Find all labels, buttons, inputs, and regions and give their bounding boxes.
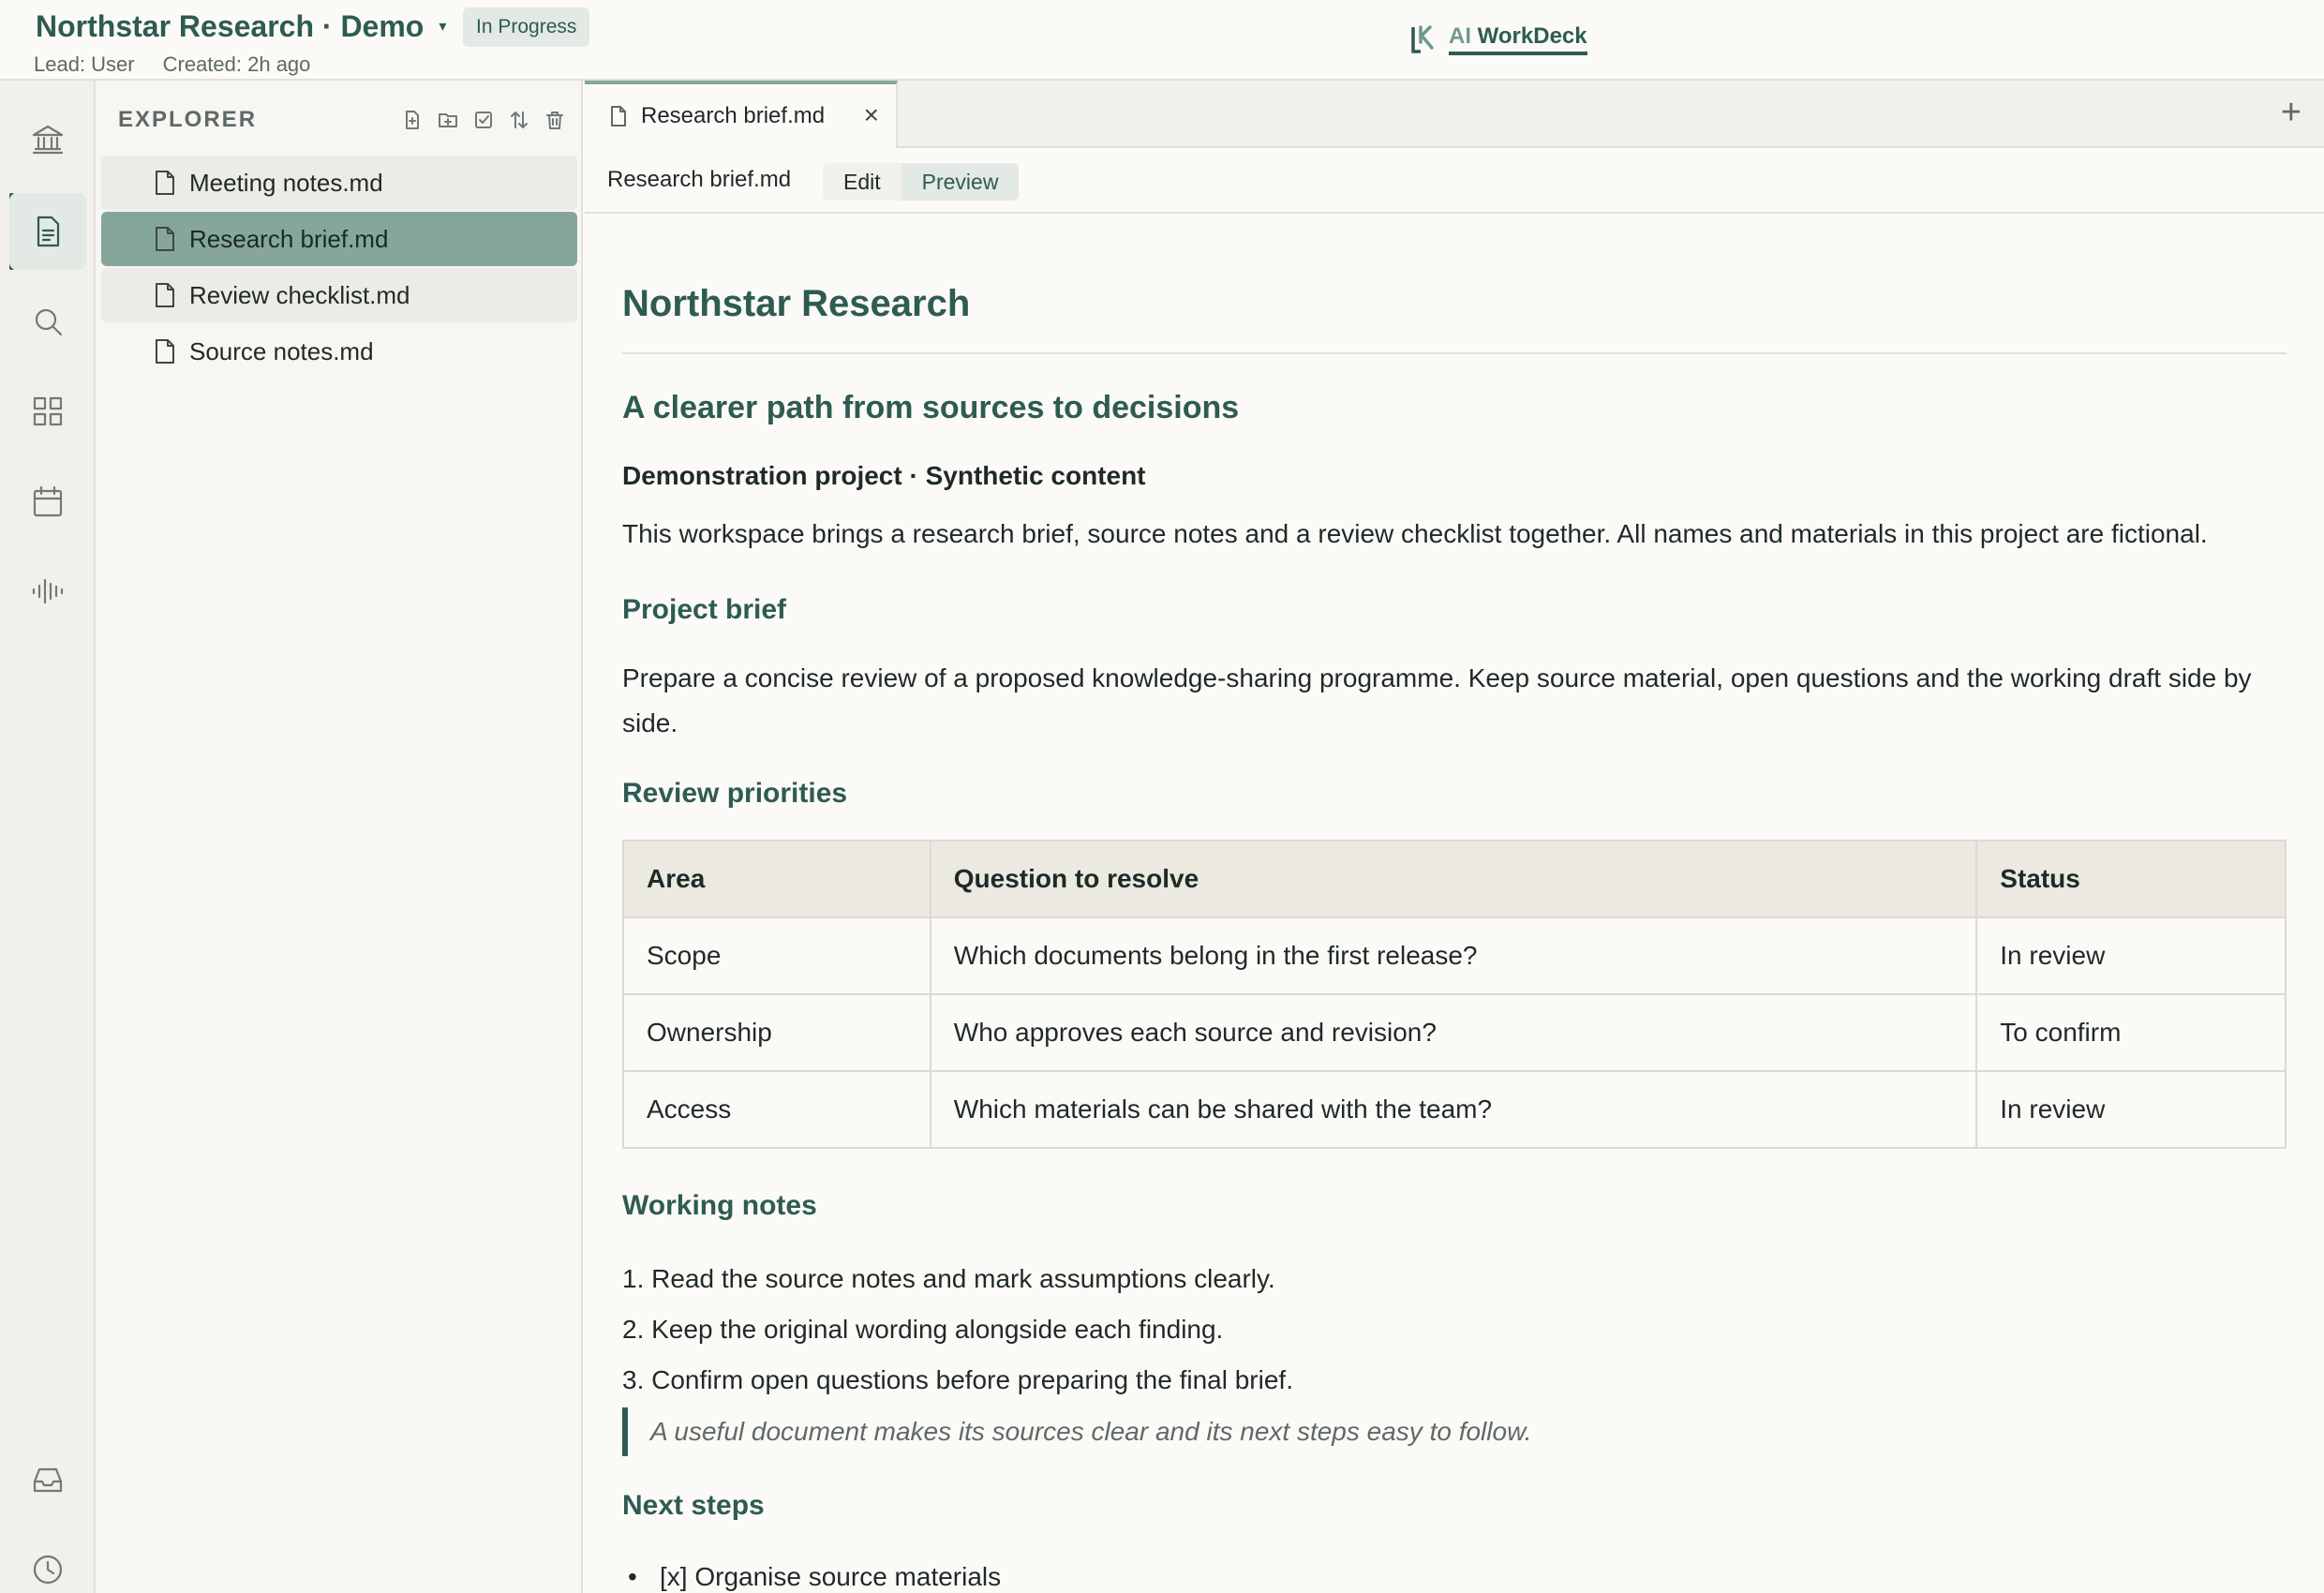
table-cell: Who approves each source and revision? — [929, 993, 1978, 1072]
inbox-icon[interactable] — [9, 1441, 86, 1518]
table-cell: To confirm — [1975, 993, 2287, 1072]
table-cell: Access — [622, 1070, 931, 1149]
table-header-cell: Status — [1975, 840, 2287, 918]
file-item[interactable]: Review checklist.md — [101, 268, 577, 322]
tab-research-brief[interactable]: Research brief.md × — [585, 81, 898, 148]
new-folder-icon[interactable] — [435, 107, 461, 133]
document-preview: Northstar Research A clearer path from s… — [622, 216, 2287, 1593]
bank-icon[interactable] — [9, 101, 86, 178]
sort-icon[interactable] — [506, 107, 532, 133]
document-tagline: Demonstration project · Synthetic conten… — [622, 461, 1146, 490]
section-heading-priorities: Review priorities — [622, 778, 848, 809]
intro-paragraph: This workspace brings a research brief, … — [622, 519, 2208, 548]
brand-name: AI WorkDeck — [1449, 23, 1587, 55]
editor-area: Research brief.md × + Research brief.md … — [585, 81, 2324, 1593]
table-row: Scope Which documents belong in the firs… — [622, 916, 2287, 995]
blockquote: A useful document makes its sources clea… — [622, 1407, 1532, 1456]
close-icon[interactable]: × — [864, 101, 879, 129]
file-name: Meeting notes.md — [189, 168, 383, 197]
calendar-icon[interactable] — [9, 463, 86, 540]
list-item: 2. Keep the original wording alongside e… — [622, 1315, 1224, 1344]
workdeck-logo-icon — [1411, 25, 1434, 53]
activity-bar — [0, 81, 96, 1593]
table-cell: Which documents belong in the first rele… — [929, 916, 1978, 995]
document-toolbar: Research brief.md Edit Preview — [585, 148, 2324, 214]
explorer-toolbar — [399, 107, 568, 133]
file-icon — [611, 106, 626, 127]
status-badge[interactable]: In Progress — [463, 7, 590, 47]
preview-mode-button[interactable]: Preview — [901, 163, 1020, 201]
brand-logo: AI WorkDeck — [1409, 19, 1587, 60]
brief-paragraph: Prepare a concise review of a proposed k… — [622, 663, 2252, 737]
document-name: Research brief.md — [607, 167, 792, 192]
tab-label: Research brief.md — [641, 103, 826, 128]
explorer-header: EXPLORER — [118, 99, 568, 141]
file-icon — [156, 227, 174, 251]
file-name: Source notes.md — [189, 336, 374, 365]
add-tab-button[interactable]: + — [2281, 94, 2302, 131]
section-heading-next-steps: Next steps — [622, 1490, 765, 1521]
table-cell: Which materials can be shared with the t… — [929, 1070, 1978, 1149]
file-icon — [156, 339, 174, 364]
list-item: 3. Confirm open questions before prepari… — [622, 1365, 1293, 1394]
section-heading-brief: Project brief — [622, 594, 787, 625]
project-meta: Lead: User Created: 2h ago — [34, 52, 310, 77]
document-icon[interactable] — [9, 193, 86, 270]
explorer-title: EXPLORER — [118, 107, 258, 132]
file-item-selected[interactable]: Research brief.md — [101, 212, 577, 266]
table-cell: In review — [1975, 916, 2287, 995]
document-subheading: A clearer path from sources to decisions — [622, 390, 1240, 425]
project-created: Created: 2h ago — [162, 52, 311, 76]
table-header-cell: Area — [622, 840, 931, 918]
edit-mode-button[interactable]: Edit — [823, 163, 901, 201]
priorities-table: Area Question to resolve Status Scope Wh… — [622, 840, 2287, 1149]
project-title: Northstar Research · Demo — [36, 8, 425, 43]
tab-bar: Research brief.md × + — [585, 81, 2324, 148]
file-icon — [156, 171, 174, 195]
table-header-cell: Question to resolve — [929, 840, 1978, 918]
working-notes-list: 1. Read the source notes and mark assump… — [622, 1254, 1293, 1406]
trash-icon[interactable] — [542, 107, 568, 133]
file-icon — [156, 283, 174, 307]
checklist-icon[interactable] — [470, 107, 497, 133]
chevron-down-icon: ▾ — [439, 19, 447, 35]
section-heading-notes: Working notes — [622, 1190, 817, 1221]
search-icon[interactable] — [9, 283, 86, 360]
file-item[interactable]: Source notes.md — [101, 324, 577, 379]
file-item[interactable]: Meeting notes.md — [101, 156, 577, 210]
title-divider — [622, 352, 2287, 354]
project-title-dropdown[interactable]: Northstar Research · Demo ▾ — [36, 7, 446, 45]
list-item: 1. Read the source notes and mark assump… — [622, 1264, 1275, 1293]
list-item: [x] Organise source materials — [622, 1554, 1001, 1593]
table-cell: In review — [1975, 1070, 2287, 1149]
mode-switch: Edit Preview — [823, 163, 1020, 201]
table-cell: Ownership — [622, 993, 931, 1072]
table-row: Access Which materials can be shared wit… — [622, 1070, 2287, 1149]
document-title: Northstar Research — [622, 283, 971, 324]
project-lead: Lead: User — [34, 52, 135, 76]
file-name: Review checklist.md — [189, 280, 410, 309]
table-header-row: Area Question to resolve Status — [622, 840, 2287, 918]
dashboard-icon[interactable] — [9, 373, 86, 450]
table-row: Ownership Who approves each source and r… — [622, 993, 2287, 1072]
file-name: Research brief.md — [189, 224, 389, 253]
table-cell: Scope — [622, 916, 931, 995]
new-file-icon[interactable] — [399, 107, 425, 133]
next-steps-list: [x] Organise source materials — [622, 1554, 1001, 1593]
top-bar: Northstar Research · Demo ▾ In Progress … — [0, 0, 2324, 81]
waveform-icon[interactable] — [9, 553, 86, 630]
file-list: Meeting notes.md Research brief.md Revie… — [101, 156, 577, 380]
explorer-panel: EXPLORER Meeting notes.md Research brief… — [96, 81, 583, 1593]
clock-icon[interactable] — [9, 1531, 86, 1593]
